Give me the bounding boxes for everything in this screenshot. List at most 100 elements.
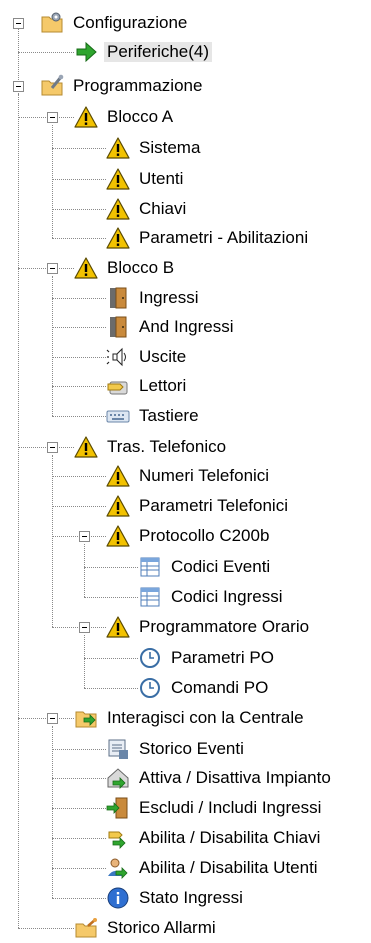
tree-item-programmazione[interactable]: Programmazione <box>0 71 371 101</box>
event-log-icon <box>106 737 130 761</box>
tree-view: Configurazione Periferiche(4) Programmazio… <box>0 0 371 938</box>
tree-item-abilita-disabilita-utenti[interactable]: Abilita / Disabilita Utenti <box>0 853 371 883</box>
collapse-toggle-icon[interactable] <box>13 18 24 29</box>
tree-item-chiavi[interactable]: Chiavi <box>0 194 371 224</box>
tree-item-label: Parametri Telefonici <box>139 496 288 515</box>
tree-item-numeri-telefonici[interactable]: Numeri Telefonici <box>0 461 371 491</box>
tree-item-label: Blocco B <box>107 258 175 277</box>
warning-icon <box>106 464 130 488</box>
tree-item-label: Ingressi <box>139 288 199 307</box>
tree-item-tastiere[interactable]: Tastiere <box>0 401 371 431</box>
tree-item-ingressi[interactable]: Ingressi <box>0 283 371 313</box>
tree-item-sistema[interactable]: Sistema <box>0 133 371 163</box>
tree-item-protocollo-c200b[interactable]: Protocollo C200b <box>0 521 371 551</box>
tree-item-label: Tastiere <box>139 406 199 425</box>
folder-gear-icon <box>40 11 64 35</box>
tree-item-label: Chiavi <box>139 199 187 218</box>
house-arrow-icon <box>106 766 130 790</box>
tree-item-label: Codici Ingressi <box>171 587 283 606</box>
clock-icon <box>138 646 162 670</box>
collapse-toggle-icon[interactable] <box>13 81 24 92</box>
collapse-toggle-icon[interactable] <box>47 442 58 453</box>
warning-icon <box>106 197 130 221</box>
tree-item-label: Storico Allarmi <box>107 918 216 937</box>
tree-item-label: Programmatore Orario <box>139 617 310 636</box>
tree-item-parametri-po[interactable]: Parametri PO <box>0 643 371 673</box>
tree-item-label: Uscite <box>139 347 187 366</box>
keyboard-icon <box>106 404 130 428</box>
tree-item-programmatore-orario[interactable]: Programmatore Orario <box>0 612 371 642</box>
tree-item-label: Codici Eventi <box>171 557 271 576</box>
tree-item-tras-telefonico[interactable]: Tras. Telefonico <box>0 432 371 462</box>
tree-item-label: Programmazione <box>73 76 203 95</box>
tree-item-attiva-disattiva-impianto[interactable]: Attiva / Disattiva Impianto <box>0 763 371 793</box>
tree-item-label: Sistema <box>139 138 201 157</box>
tree-item-abilita-disabilita-chiavi[interactable]: Abilita / Disabilita Chiavi <box>0 823 371 853</box>
tree-item-label: Storico Eventi <box>139 739 244 758</box>
tree-item-configurazione[interactable]: Configurazione <box>0 8 371 38</box>
warning-icon <box>106 226 130 250</box>
tree-item-lettori[interactable]: Lettori <box>0 371 371 401</box>
key-reader-icon <box>106 374 130 398</box>
collapse-toggle-icon[interactable] <box>47 713 58 724</box>
table-icon <box>138 555 162 579</box>
warning-icon <box>106 524 130 548</box>
tree-item-parametri-abilitazioni[interactable]: Parametri - Abilitazioni <box>0 223 371 253</box>
tree-item-interagisci-con-la-centrale[interactable]: Interagisci con la Centrale <box>0 703 371 733</box>
clock-icon <box>138 676 162 700</box>
tree-item-label: Abilita / Disabilita Chiavi <box>139 828 321 847</box>
tree-item-codici-ingressi[interactable]: Codici Ingressi <box>0 582 371 612</box>
door-arrow-icon <box>106 796 130 820</box>
collapse-toggle-icon[interactable] <box>47 263 58 274</box>
tree-item-label: Comandi PO <box>171 678 269 697</box>
collapse-toggle-icon[interactable] <box>47 112 58 123</box>
tree-item-comandi-po[interactable]: Comandi PO <box>0 673 371 703</box>
tree-item-storico-allarmi[interactable]: Storico Allarmi <box>0 913 371 943</box>
tree-item-label: Stato Ingressi <box>139 888 243 907</box>
tree-item-label: Configurazione <box>73 13 188 32</box>
door-icon <box>106 286 130 310</box>
tree-item-label: Utenti <box>139 169 184 188</box>
warning-icon <box>74 256 98 280</box>
tree-item-label: Tras. Telefonico <box>107 437 227 456</box>
warning-icon <box>106 136 130 160</box>
tree-item-utenti[interactable]: Utenti <box>0 164 371 194</box>
warning-icon <box>106 494 130 518</box>
warning-icon <box>106 167 130 191</box>
folder-wrench-icon <box>40 74 64 98</box>
info-icon <box>106 886 130 910</box>
folder-alarm-icon <box>74 916 98 940</box>
tree-item-blocco-a[interactable]: Blocco A <box>0 102 371 132</box>
tree-item-label: Parametri PO <box>171 648 274 667</box>
folder-arrow-icon <box>74 706 98 730</box>
tree-item-and-ingressi[interactable]: And Ingressi <box>0 312 371 342</box>
tree-item-periferiche-4[interactable]: Periferiche(4) <box>0 37 371 67</box>
tree-item-label: Numeri Telefonici <box>139 466 270 485</box>
tree-item-label: Protocollo C200b <box>139 526 270 545</box>
tree-item-escludi-includi-ingressi[interactable]: Escludi / Includi Ingressi <box>0 793 371 823</box>
collapse-toggle-icon[interactable] <box>79 531 90 542</box>
tree-item-label: Interagisci con la Centrale <box>107 708 304 727</box>
key-arrow-icon <box>106 826 130 850</box>
tree-item-label: Abilita / Disabilita Utenti <box>139 858 318 877</box>
tree-item-label: Attiva / Disattiva Impianto <box>139 768 331 787</box>
tree-item-storico-eventi[interactable]: Storico Eventi <box>0 734 371 764</box>
collapse-toggle-icon[interactable] <box>79 622 90 633</box>
tree-item-uscite[interactable]: Uscite <box>0 342 371 372</box>
warning-icon <box>74 105 98 129</box>
green-arrow-icon <box>74 40 98 64</box>
warning-icon <box>74 435 98 459</box>
speaker-icon <box>106 345 130 369</box>
table-icon <box>138 585 162 609</box>
tree-item-stato-ingressi[interactable]: Stato Ingressi <box>0 883 371 913</box>
user-arrow-icon <box>106 856 130 880</box>
tree-item-label: Parametri - Abilitazioni <box>139 228 309 247</box>
tree-item-parametri-telefonici[interactable]: Parametri Telefonici <box>0 491 371 521</box>
door-icon <box>106 315 130 339</box>
tree-item-label: Blocco A <box>107 107 174 126</box>
tree-item-label: Escludi / Includi Ingressi <box>139 798 322 817</box>
warning-icon <box>106 615 130 639</box>
tree-item-label: Lettori <box>139 376 187 395</box>
tree-item-codici-eventi[interactable]: Codici Eventi <box>0 552 371 582</box>
tree-item-blocco-b[interactable]: Blocco B <box>0 253 371 283</box>
